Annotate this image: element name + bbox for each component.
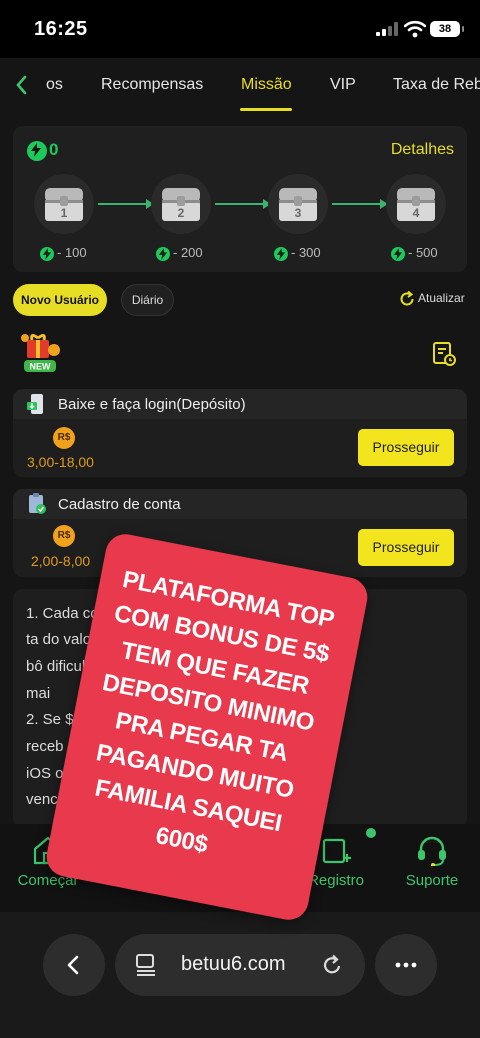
chevron-left-icon bbox=[67, 955, 79, 975]
wifi-icon bbox=[404, 20, 426, 38]
address-bar[interactable]: betuu6.com bbox=[115, 934, 365, 996]
chest-4-requirement: - 500 bbox=[391, 245, 438, 261]
status-bar: 16:25 38 bbox=[0, 0, 480, 58]
browser-more-button[interactable] bbox=[375, 934, 437, 996]
task-header: Cadastro de conta bbox=[13, 489, 467, 519]
filter-daily[interactable]: Diário bbox=[121, 284, 174, 316]
page-menu-icon bbox=[136, 954, 155, 976]
refresh-icon bbox=[400, 290, 414, 306]
reload-icon[interactable] bbox=[321, 953, 343, 977]
progress-arrow bbox=[98, 199, 154, 209]
task-card-download-login: Baixe e faça login(Depósito) R$ 3,00-18,… bbox=[13, 389, 467, 477]
battery-icon: 38 bbox=[430, 21, 464, 37]
chest-3[interactable]: 3 bbox=[268, 174, 328, 234]
tab-vip[interactable]: VIP bbox=[330, 76, 356, 94]
chest-2-requirement: - 200 bbox=[156, 245, 203, 261]
tab-taxa-rebate[interactable]: Taxa de Reb bbox=[393, 76, 480, 94]
task-title: Cadastro de conta bbox=[58, 496, 181, 513]
tab-previous[interactable]: os bbox=[46, 76, 63, 94]
headset-icon bbox=[418, 836, 446, 866]
chest-4[interactable]: 4 bbox=[386, 174, 446, 234]
bolt-icon bbox=[40, 246, 54, 261]
reward-range: 3,00-18,00 bbox=[27, 454, 94, 470]
proceed-button[interactable]: Prosseguir bbox=[358, 429, 454, 466]
browser-back-button[interactable] bbox=[43, 934, 105, 996]
tab-recompensas[interactable]: Recompensas bbox=[101, 76, 203, 94]
chest-3-requirement: - 300 bbox=[274, 245, 321, 261]
history-document-icon[interactable] bbox=[432, 341, 456, 367]
new-badge-text: NEW bbox=[30, 362, 52, 372]
browser-toolbar: betuu6.com bbox=[0, 912, 480, 1038]
refresh-button[interactable]: Atualizar bbox=[398, 290, 465, 308]
proceed-button[interactable]: Prosseguir bbox=[358, 529, 454, 566]
chest-2[interactable]: 2 bbox=[151, 174, 211, 234]
filter-new-user[interactable]: Novo Usuário bbox=[13, 284, 107, 316]
tab-missao[interactable]: Missão bbox=[241, 76, 292, 94]
new-gift-badge-icon: NEW bbox=[21, 333, 60, 372]
bolt-icon bbox=[27, 140, 47, 161]
bolt-icon bbox=[274, 246, 288, 261]
notification-dot bbox=[366, 828, 376, 838]
status-time: 16:25 bbox=[34, 18, 88, 40]
more-dots-icon bbox=[395, 962, 417, 968]
download-phone-icon bbox=[27, 394, 43, 414]
task-title: Baixe e faça login(Depósito) bbox=[58, 396, 246, 413]
reais-coin-icon: R$ bbox=[53, 427, 75, 449]
clipboard-check-icon bbox=[29, 493, 46, 514]
active-tab-indicator bbox=[240, 108, 292, 111]
tab-bar: os Recompensas Missão VIP Taxa de Reb bbox=[0, 58, 480, 114]
task-header: Baixe e faça login(Depósito) bbox=[13, 389, 467, 419]
points-count: 0 bbox=[27, 140, 58, 161]
chest-1[interactable]: 1 bbox=[34, 174, 94, 234]
cellular-signal-icon bbox=[376, 22, 398, 36]
url-domain: betuu6.com bbox=[181, 953, 286, 975]
mission-progress-card: 0 Detalhes 1 2 3 4 - 100 - 200 - 300 - 5… bbox=[13, 126, 467, 272]
back-chevron-icon[interactable] bbox=[12, 72, 32, 98]
progress-arrow bbox=[332, 199, 388, 209]
reais-coin-icon: R$ bbox=[53, 525, 75, 547]
chest-1-requirement: - 100 bbox=[40, 245, 87, 261]
bolt-icon bbox=[156, 246, 170, 261]
bolt-icon bbox=[391, 246, 405, 261]
progress-arrow bbox=[215, 199, 271, 209]
details-link[interactable]: Detalhes bbox=[391, 141, 454, 159]
